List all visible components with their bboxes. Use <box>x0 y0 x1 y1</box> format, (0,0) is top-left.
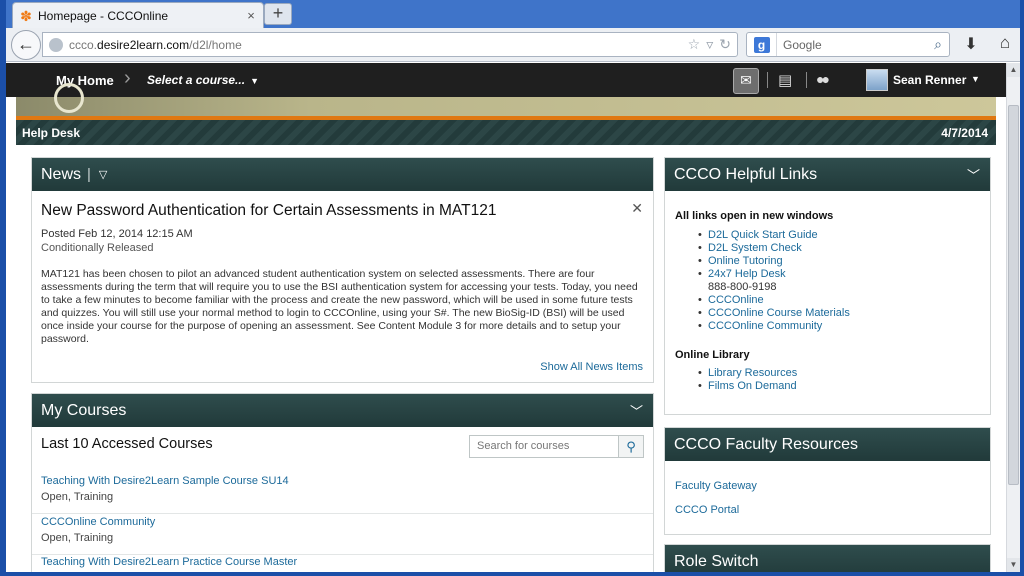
chat-icon[interactable]: ●● <box>816 71 830 87</box>
news-widget: News | ▽ New Password Authentication for… <box>31 157 654 383</box>
course-link[interactable]: Teaching With Desire2Learn Sample Course… <box>41 475 289 487</box>
divider <box>767 72 768 88</box>
reload-icon[interactable]: ↻ <box>719 36 731 53</box>
banner-date: 4/7/2014 <box>941 126 988 140</box>
news-header: News | ▽ <box>32 158 653 191</box>
course-selector[interactable]: Select a course... ▼ <box>147 73 259 87</box>
helpful-links-widget: CCCO Helpful Links ﹀ All links open in n… <box>664 157 991 415</box>
new-tab-button[interactable]: + <box>264 3 292 25</box>
search-bar[interactable]: g Google ⌕ <box>746 32 950 57</box>
mail-icon[interactable]: ✉ <box>733 68 759 94</box>
page-viewport: My Home › Select a course... ▼ ✉ ▤ ●● Sea… <box>6 63 1006 572</box>
list-item: Teaching With Desire2Learn Sample Course… <box>32 474 653 514</box>
faculty-resources-header: CCCO Faculty Resources <box>665 428 990 461</box>
ccco-favicon-icon: ✽ <box>20 7 32 24</box>
online-library-heading: Online Library <box>675 349 750 361</box>
course-link[interactable]: CCCOnline Community <box>41 516 155 528</box>
my-courses-widget: My Courses ﹀ Last 10 Accessed Courses Se… <box>31 393 654 572</box>
link-films-on-demand[interactable]: Films On Demand <box>698 380 797 393</box>
dismiss-close-icon[interactable]: ✕ <box>631 200 643 217</box>
address-bar[interactable]: ccco.desire2learn.com/d2l/home ☆ ▿ ↻ <box>42 32 738 57</box>
link-faculty-gateway[interactable]: Faculty Gateway <box>675 480 757 492</box>
news-item-title: New Password Authentication for Certain … <box>41 202 497 219</box>
logo-ring-icon <box>54 83 84 113</box>
link-system-check[interactable]: D2L System Check <box>698 242 850 255</box>
search-icon[interactable]: ⌕ <box>927 36 949 53</box>
show-all-news-link[interactable]: Show All News Items <box>540 361 643 373</box>
list-item: Teaching With Desire2Learn Practice Cour… <box>32 555 653 572</box>
collapse-chevron-icon[interactable]: ﹀ <box>967 165 980 184</box>
home-icon[interactable]: ⌂ <box>994 33 1016 55</box>
caret-down-icon: ▼ <box>250 76 259 86</box>
search-placeholder: Google <box>783 37 822 52</box>
divider: | <box>87 166 91 183</box>
collapse-chevron-icon[interactable]: ﹀ <box>630 401 643 420</box>
bookmark-star-icon[interactable]: ☆ <box>688 36 701 53</box>
vertical-scrollbar[interactable]: ▲ ▼ <box>1006 63 1020 572</box>
browser-window: ✽ Homepage - CCCOnline × + ← ccco.desire… <box>0 0 1024 576</box>
scroll-down-arrow-icon[interactable]: ▼ <box>1007 558 1020 572</box>
course-link[interactable]: Teaching With Desire2Learn Practice Cour… <box>41 556 297 568</box>
news-posted-date: Posted Feb 12, 2014 12:15 AM <box>41 228 193 240</box>
helpful-links-heading: CCCO Helpful Links <box>674 165 818 183</box>
my-courses-heading: My Courses <box>41 401 127 419</box>
course-banner: Help Desk 4/7/2014 <box>16 83 996 145</box>
link-library-resources[interactable]: Library Resources <box>698 367 797 380</box>
scrollbar-thumb[interactable] <box>1008 105 1019 485</box>
updates-icon[interactable]: ▤ <box>778 71 792 89</box>
library-links-list: Library Resources Films On Demand <box>698 367 797 393</box>
link-cccoonline[interactable]: CCCOnline <box>698 294 850 307</box>
courses-subheading: Last 10 Accessed Courses <box>41 436 213 452</box>
download-icon[interactable]: ⬇ <box>960 34 982 56</box>
d2l-navbar: My Home › Select a course... ▼ ✉ ▤ ●● Sea… <box>6 63 1006 97</box>
browser-tab[interactable]: ✽ Homepage - CCCOnline × <box>12 2 264 28</box>
role-switch-heading: Role Switch <box>674 552 759 570</box>
role-switch-header: Role Switch <box>665 545 990 572</box>
role-switch-widget: Role Switch <box>664 544 991 572</box>
link-online-tutoring[interactable]: Online Tutoring <box>698 255 850 268</box>
course-meta: Open, Training <box>41 491 114 503</box>
link-quick-start[interactable]: D2L Quick Start Guide <box>698 229 850 242</box>
tab-strip: ✽ Homepage - CCCOnline × + <box>6 0 1020 28</box>
link-course-materials[interactable]: CCCOnline Course Materials <box>698 307 850 320</box>
search-engine-selector[interactable]: g <box>747 33 777 56</box>
scroll-up-arrow-icon[interactable]: ▲ <box>1007 63 1020 77</box>
news-options-icon[interactable]: ▽ <box>99 168 107 181</box>
link-community[interactable]: CCCOnline Community <box>698 320 850 333</box>
link-ccco-portal[interactable]: CCCO Portal <box>675 504 739 516</box>
links-note: All links open in new windows <box>675 210 834 222</box>
faculty-resources-widget: CCCO Faculty Resources Faculty Gateway C… <box>664 427 991 535</box>
breadcrumb-separator-icon: › <box>124 67 131 89</box>
banner-image <box>16 83 996 116</box>
tab-close-icon[interactable]: × <box>243 8 259 23</box>
news-body: MAT121 has been chosen to pilot an advan… <box>41 268 638 345</box>
google-icon: g <box>753 36 770 53</box>
back-button[interactable]: ← <box>11 30 41 60</box>
url-text: ccco.desire2learn.com/d2l/home <box>69 37 242 52</box>
helpful-links-list: D2L Quick Start Guide D2L System Check O… <box>698 229 850 333</box>
tab-title: Homepage - CCCOnline <box>38 8 169 23</box>
user-caret-down-icon[interactable]: ▼ <box>971 74 980 84</box>
course-meta: Open, Training <box>41 532 114 544</box>
avatar[interactable] <box>866 69 888 91</box>
dropdown-chevron-icon[interactable]: ▿ <box>706 36 713 53</box>
my-courses-header: My Courses ﹀ <box>32 394 653 427</box>
help-desk-link[interactable]: Help Desk <box>22 126 80 140</box>
user-name-menu[interactable]: Sean Renner <box>893 73 966 87</box>
browser-toolbar: ← ccco.desire2learn.com/d2l/home ☆ ▿ ↻ g… <box>6 28 1020 62</box>
globe-icon <box>49 37 63 52</box>
helpful-links-header: CCCO Helpful Links ﹀ <box>665 158 990 191</box>
banner-bar: Help Desk 4/7/2014 <box>16 120 996 145</box>
faculty-resources-heading: CCCO Faculty Resources <box>674 435 859 453</box>
list-item: CCCOnline Community Open, Training <box>32 515 653 555</box>
news-status: Conditionally Released <box>41 242 154 254</box>
help-desk-phone: 888-800-9198 <box>708 281 777 293</box>
news-heading: News <box>41 165 82 183</box>
search-icon[interactable]: ⚲ <box>618 435 644 458</box>
link-help-desk[interactable]: 24x7 Help Desk <box>698 268 850 281</box>
divider <box>806 72 807 88</box>
